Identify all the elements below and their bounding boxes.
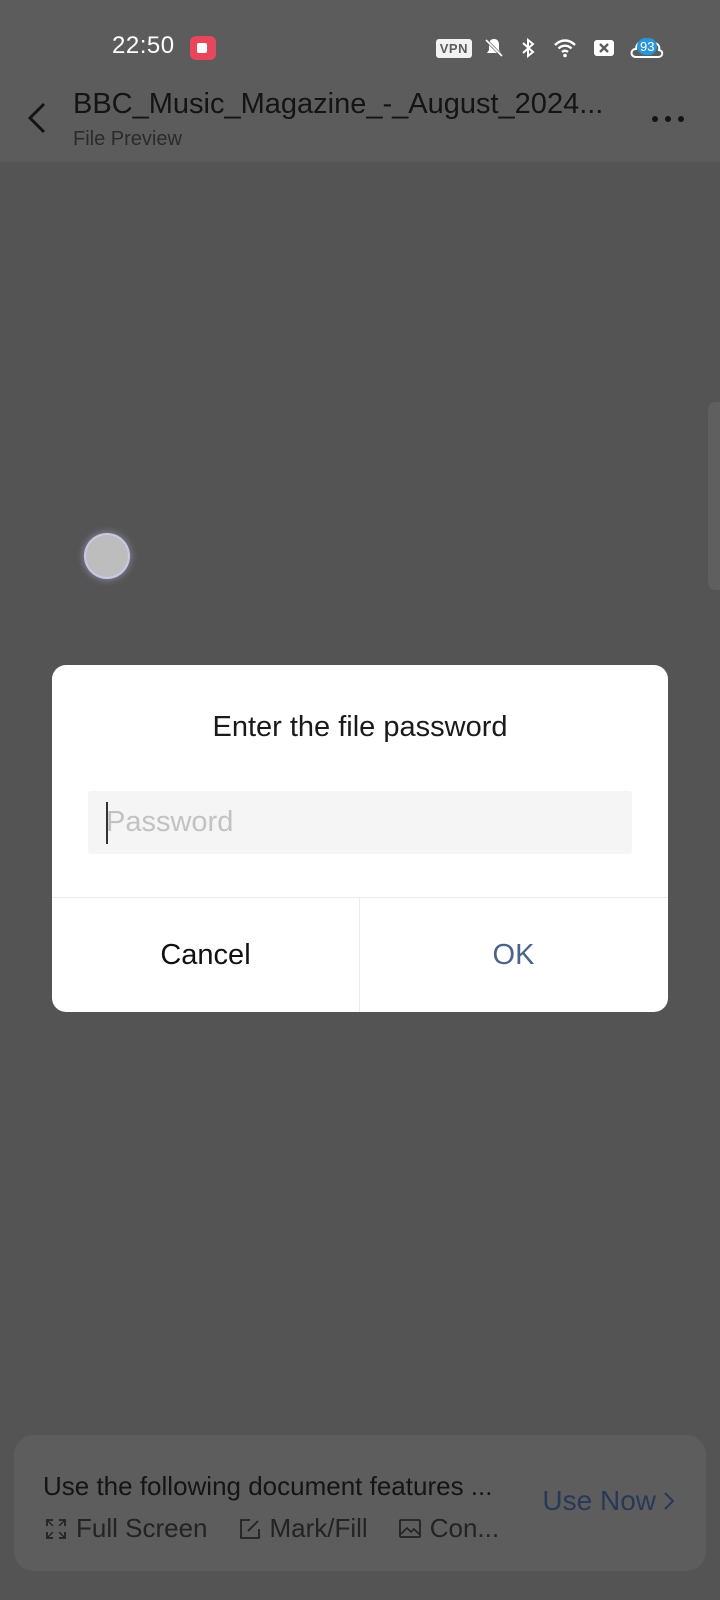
edit-icon xyxy=(239,1518,260,1539)
password-dialog: Enter the file password Cancel OK xyxy=(52,665,668,1012)
promo-text: Use the following document features ... xyxy=(43,1471,493,1501)
status-icons: VPN 93 xyxy=(435,34,664,62)
chevron-right-icon xyxy=(664,1492,675,1510)
wifi-icon xyxy=(554,39,576,58)
mute-icon xyxy=(484,38,504,58)
chevron-left-icon xyxy=(27,102,46,134)
file-subtitle: File Preview xyxy=(73,128,182,150)
screen-record-icon xyxy=(190,36,216,60)
password-input[interactable] xyxy=(88,791,632,854)
feature-label: Mark/Fill xyxy=(269,1513,368,1543)
use-now-button[interactable]: Use Now xyxy=(542,1485,676,1517)
feature-label: Full Screen xyxy=(76,1513,208,1543)
feature-full-screen[interactable]: Full Screen xyxy=(44,1513,208,1544)
feature-promo-card[interactable]: Use the following document features ... … xyxy=(14,1435,706,1571)
scrollbar-thumb[interactable] xyxy=(708,402,720,590)
battery-cloud-icon: 93 xyxy=(628,35,664,61)
status-bar: 22:50 VPN 93 xyxy=(0,0,720,80)
promo-features: Full Screen Mark/Fill Con... xyxy=(44,1513,499,1544)
image-icon xyxy=(398,1518,421,1538)
file-title: BBC_Music_Magazine_-_August_2024... xyxy=(73,88,604,120)
text-caret xyxy=(106,802,108,844)
sim-off-icon xyxy=(594,40,614,56)
feature-mark-fill[interactable]: Mark/Fill xyxy=(238,1513,368,1544)
cancel-button[interactable]: Cancel xyxy=(52,898,359,1012)
touch-indicator xyxy=(86,535,128,577)
app-header: BBC_Music_Magazine_-_August_2024... File… xyxy=(0,80,720,162)
more-options-button[interactable] xyxy=(646,100,690,136)
bluetooth-icon xyxy=(522,37,535,59)
vpn-icon: VPN xyxy=(435,38,472,58)
fullscreen-icon xyxy=(46,1518,66,1539)
feature-label: Con... xyxy=(429,1513,500,1543)
feature-convert[interactable]: Con... xyxy=(398,1513,499,1544)
battery-level: 93 xyxy=(637,38,658,55)
back-button[interactable] xyxy=(18,96,58,140)
status-time: 22:50 xyxy=(112,32,175,59)
dialog-title: Enter the file password xyxy=(212,711,508,743)
ok-button[interactable]: OK xyxy=(360,898,667,1012)
use-now-label: Use Now xyxy=(542,1485,656,1516)
